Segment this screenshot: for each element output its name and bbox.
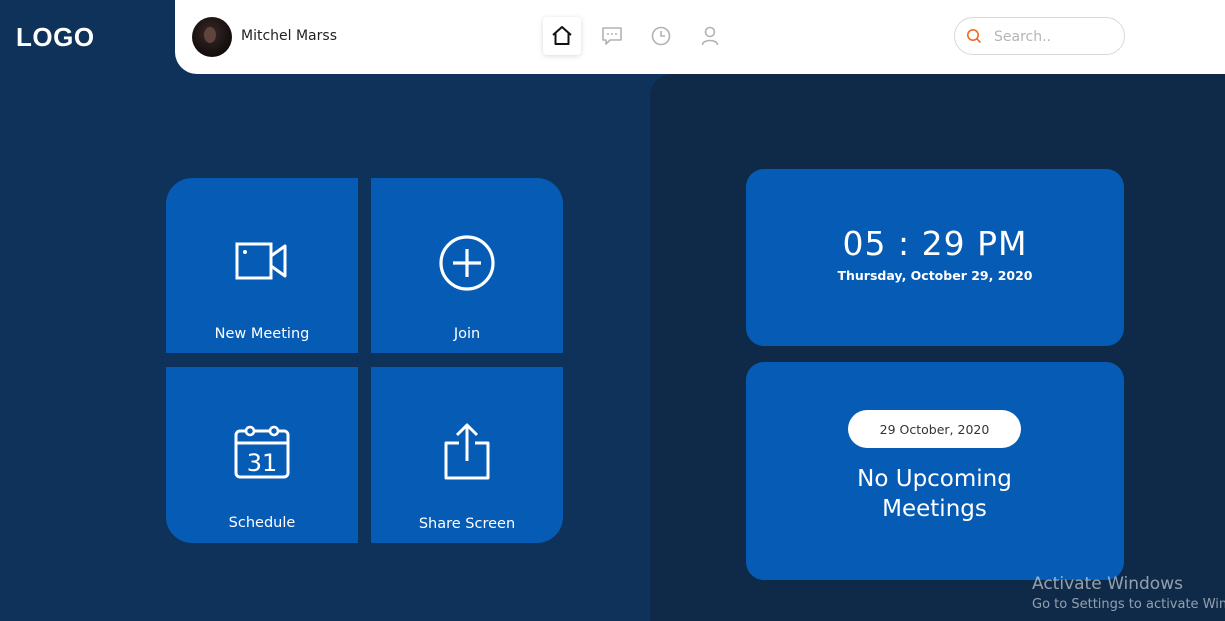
user-name: Mitchel Marss: [241, 28, 337, 44]
video-camera-icon: [235, 242, 287, 280]
app-root: LOGO Mitchel Marss Search.. New Meeting …: [0, 0, 1225, 621]
watermark-subtitle: Go to Settings to activate Windows.: [1032, 597, 1225, 612]
watermark-title: Activate Windows: [1032, 574, 1183, 594]
no-meetings-line-1: No Upcoming: [857, 466, 1012, 492]
meetings-card: 29 October, 2020 No Upcoming Meetings: [746, 362, 1124, 580]
join-label: Join: [453, 326, 481, 342]
search-icon: [967, 29, 982, 44]
clock-card: 05 : 29 PM Thursday, October 29, 2020: [746, 169, 1124, 346]
no-meetings-message: No Upcoming Meetings: [746, 464, 1123, 524]
search-input[interactable]: [992, 26, 1116, 48]
share-icon: [444, 423, 490, 480]
avatar[interactable]: [192, 17, 232, 57]
top-bar: Mitchel Marss: [175, 0, 1225, 74]
nav-history-button[interactable]: [642, 17, 680, 55]
meetings-date-badge: 29 October, 2020: [848, 410, 1021, 448]
clock-icon: [651, 26, 671, 46]
schedule-label: Schedule: [228, 515, 296, 531]
nav-profile-button[interactable]: [691, 17, 729, 55]
current-date: Thursday, October 29, 2020: [837, 268, 1033, 283]
plus-circle-icon: [439, 235, 495, 291]
current-time: 05 : 29 PM: [842, 224, 1028, 263]
new-meeting-label: New Meeting: [214, 326, 310, 342]
user-icon: [701, 26, 719, 46]
chat-icon: [602, 27, 622, 45]
nav-home-button[interactable]: [543, 17, 581, 55]
nav-chat-button[interactable]: [593, 17, 631, 55]
no-meetings-line-2: Meetings: [882, 496, 987, 522]
share-screen-label: Share Screen: [418, 516, 516, 532]
calendar-day-text: 31: [247, 449, 278, 477]
new-meeting-button[interactable]: New Meeting: [166, 178, 358, 353]
search-box[interactable]: [954, 17, 1125, 55]
os-activation-watermark: Activate Windows Go to Settings to activ…: [1032, 574, 1225, 612]
join-button[interactable]: Join: [371, 178, 563, 353]
share-screen-button[interactable]: Share Screen: [371, 367, 563, 543]
home-icon: [552, 26, 572, 45]
calendar-icon: 31: [234, 425, 290, 479]
logo: LOGO: [16, 22, 95, 52]
schedule-button[interactable]: 31 Schedule: [166, 367, 358, 543]
